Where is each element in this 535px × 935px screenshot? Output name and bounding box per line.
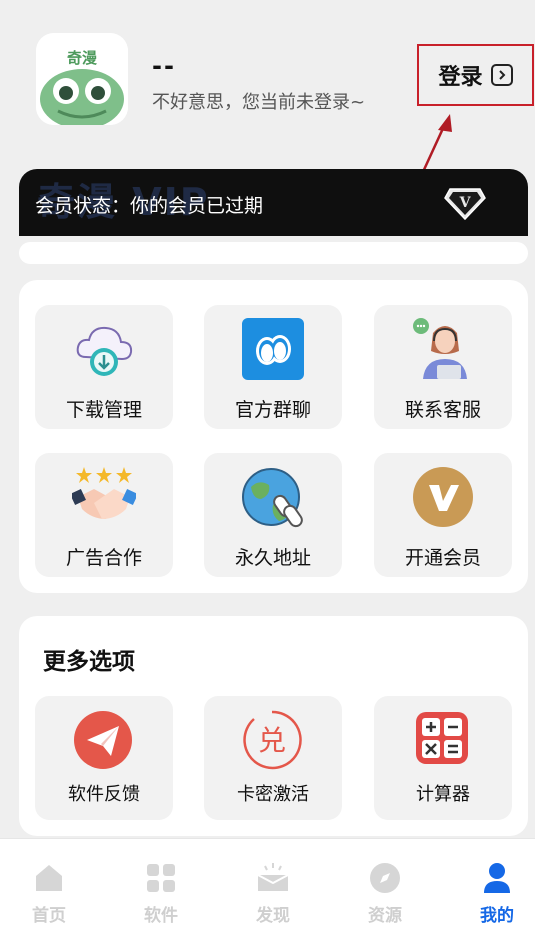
permanent-address-button[interactable]: 永久地址 bbox=[204, 453, 342, 577]
tile-label: 软件反馈 bbox=[68, 784, 140, 805]
home-icon bbox=[32, 861, 66, 895]
more-options-card: 更多选项 软件反馈 兑 卡密激活 计算器 bbox=[19, 616, 528, 836]
nav-item-home[interactable]: 首页 bbox=[4, 861, 94, 926]
contact-service-button[interactable]: 联系客服 bbox=[374, 305, 512, 429]
svg-text:兑: 兑 bbox=[258, 724, 286, 757]
nav-item-resources[interactable]: 资源 bbox=[340, 861, 430, 926]
tile-label: 永久地址 bbox=[234, 547, 311, 569]
feedback-button[interactable]: 软件反馈 bbox=[35, 696, 173, 820]
redeem-icon: 兑 bbox=[242, 710, 302, 770]
open-vip-button[interactable]: 开通会员 bbox=[374, 453, 512, 577]
ad-cooperation-button[interactable]: 广告合作 bbox=[35, 453, 173, 577]
more-options-title: 更多选项 bbox=[43, 649, 135, 675]
official-group-button[interactable]: 官方群聊 bbox=[204, 305, 342, 429]
nav-item-discover[interactable]: 发现 bbox=[228, 861, 318, 926]
chevron-right-icon bbox=[490, 64, 513, 86]
paper-plane-icon bbox=[73, 710, 133, 770]
svg-text:V: V bbox=[459, 195, 472, 211]
vip-status-text: 会员状态：你的会员已过期 bbox=[35, 195, 264, 217]
tile-label: 官方群聊 bbox=[234, 399, 311, 421]
username: -- bbox=[152, 52, 176, 80]
login-label: 登录 bbox=[438, 65, 483, 90]
nav-label: 首页 bbox=[32, 906, 66, 926]
group-chat-icon bbox=[241, 317, 305, 381]
tile-label: 下载管理 bbox=[65, 399, 142, 421]
handshake-icon bbox=[70, 465, 138, 529]
compass-icon bbox=[368, 861, 402, 895]
vip-diamond-icon: V bbox=[444, 185, 486, 225]
nav-label: 我的 bbox=[480, 906, 514, 926]
cloud-download-icon bbox=[72, 317, 136, 381]
vip-divider bbox=[19, 242, 528, 264]
customer-service-icon bbox=[411, 317, 475, 381]
apps-icon bbox=[144, 861, 178, 895]
download-manager-button[interactable]: 下载管理 bbox=[35, 305, 173, 429]
feature-grid: 下载管理 官方群聊 联系客服 广告合作 永久地址 开通会员 bbox=[19, 280, 528, 593]
user-icon bbox=[480, 861, 514, 895]
app-logo: 奇漫 bbox=[36, 33, 128, 125]
nav-item-mine[interactable]: 我的 bbox=[452, 861, 535, 926]
nav-label: 软件 bbox=[144, 906, 178, 926]
nav-label: 发现 bbox=[256, 906, 290, 926]
redeem-code-button[interactable]: 兑 卡密激活 bbox=[204, 696, 342, 820]
calculator-button[interactable]: 计算器 bbox=[374, 696, 512, 820]
vip-coin-icon bbox=[411, 465, 475, 529]
login-button[interactable]: 登录 bbox=[417, 44, 534, 106]
calculator-icon bbox=[414, 710, 470, 766]
discover-icon bbox=[256, 861, 290, 895]
globe-link-icon bbox=[241, 465, 305, 529]
nav-item-software[interactable]: 软件 bbox=[116, 861, 206, 926]
logo-text: 奇漫 bbox=[66, 49, 97, 67]
login-hint: 不好意思，您当前未登录~ bbox=[152, 92, 366, 113]
tile-label: 卡密激活 bbox=[237, 784, 309, 805]
tile-label: 联系客服 bbox=[404, 399, 481, 421]
tile-label: 广告合作 bbox=[65, 547, 142, 569]
tile-label: 计算器 bbox=[416, 784, 470, 805]
nav-label: 资源 bbox=[368, 906, 402, 926]
tile-label: 开通会员 bbox=[404, 547, 481, 569]
bottom-navigation: 首页 软件 发现 资源 我的 bbox=[0, 838, 535, 935]
vip-status-card[interactable]: 奇漫 VIP 会员状态：你的会员已过期 V bbox=[19, 169, 528, 236]
